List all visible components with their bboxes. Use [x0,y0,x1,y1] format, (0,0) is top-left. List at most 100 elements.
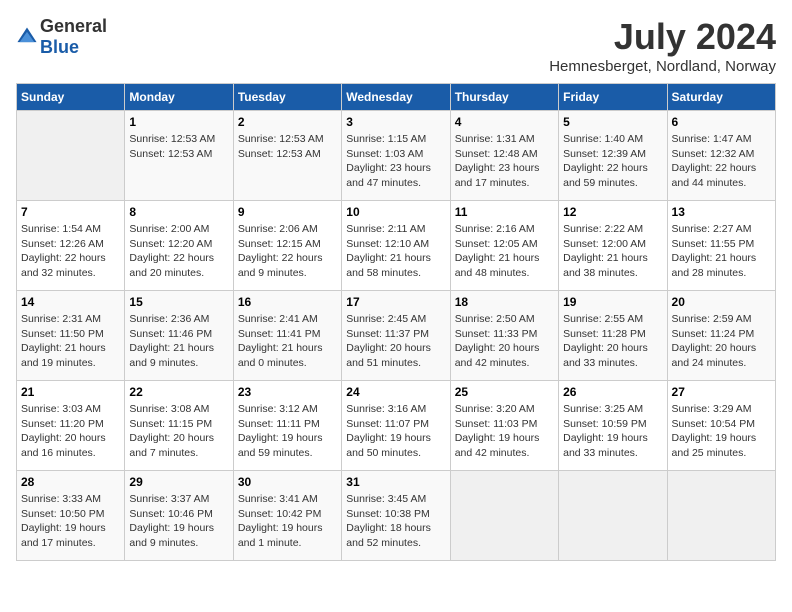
day-number: 2 [238,115,337,129]
calendar-cell: 11 Sunrise: 2:16 AM Sunset: 12:05 AM Dayl… [450,201,558,291]
day-number: 12 [563,205,662,219]
day-number: 3 [346,115,445,129]
day-number: 18 [455,295,554,309]
day-info: Sunrise: 2:22 AM Sunset: 12:00 AM Daylig… [563,222,662,281]
calendar-week-2: 7Sunrise: 1:54 AM Sunset: 12:26 AM Dayli… [17,201,776,291]
day-number: 8 [129,205,228,219]
day-number: 14 [21,295,120,309]
day-number: 28 [21,475,120,489]
calendar-cell: 9 Sunrise: 2:06 AM Sunset: 12:15 AM Dayli… [233,201,341,291]
calendar-cell [450,471,558,561]
calendar-week-1: 1Sunrise: 12:53 AM Sunset: 12:53 AM 2 Sunr… [17,111,776,201]
calendar-cell: 10 Sunrise: 2:11 AM Sunset: 12:10 AM Dayl… [342,201,450,291]
calendar-cell: 16 Sunrise: 2:41 AM Sunset: 11:41 PM Dayl… [233,291,341,381]
calendar-table: SundayMondayTuesdayWednesdayThursdayFrid… [16,83,776,561]
day-info: Sunrise: 2:11 AM Sunset: 12:10 AM Daylig… [346,222,445,281]
weekday-header-wednesday: Wednesday [342,84,450,111]
day-info: Sunrise: 2:59 AM Sunset: 11:24 PM Daylig… [672,312,771,371]
calendar-cell [17,111,125,201]
day-info: Sunrise: 2:45 AM Sunset: 11:37 PM Daylig… [346,312,445,371]
day-number: 22 [129,385,228,399]
day-number: 30 [238,475,337,489]
weekday-header-monday: Monday [125,84,233,111]
day-number: 17 [346,295,445,309]
day-info: Sunrise: 2:27 AM Sunset: 11:55 PM Daylig… [672,222,771,281]
day-info: Sunrise: 3:41 AM Sunset: 10:42 PM Daylig… [238,492,337,551]
day-info: Sunrise: 3:12 AM Sunset: 11:11 PM Daylig… [238,402,337,461]
day-number: 15 [129,295,228,309]
day-number: 5 [563,115,662,129]
day-number: 13 [672,205,771,219]
day-number: 29 [129,475,228,489]
calendar-cell: 24Sunrise: 3:16 AM Sunset: 11:07 PM Dayl… [342,381,450,471]
day-number: 7 [21,205,120,219]
day-info: Sunrise: 1:40 AM Sunset: 12:39 AM Daylig… [563,132,662,191]
calendar-week-4: 21 Sunrise: 3:03 AM Sunset: 11:20 PM Dayl… [17,381,776,471]
location-title: Hemnesberget, Nordland, Norway [549,58,776,75]
day-info: Sunrise: 3:45 AM Sunset: 10:38 PM Daylig… [346,492,445,551]
calendar-cell: 4Sunrise: 1:31 AM Sunset: 12:48 AM Dayli… [450,111,558,201]
day-number: 6 [672,115,771,129]
weekday-header-saturday: Saturday [667,84,775,111]
calendar-cell: 13 Sunrise: 2:27 AM Sunset: 11:55 PM Dayl… [667,201,775,291]
day-info: Sunrise: 12:53 AM Sunset: 12:53 AM [238,132,337,161]
title-block: July 2024 Hemnesberget, Nordland, Norway [549,16,776,75]
day-info: Sunrise: 2:36 AM Sunset: 11:46 PM Daylig… [129,312,228,371]
day-info: Sunrise: 3:25 AM Sunset: 10:59 PM Daylig… [563,402,662,461]
day-info: Sunrise: 3:03 AM Sunset: 11:20 PM Daylig… [21,402,120,461]
logo-general: General [40,16,107,36]
day-info: Sunrise: 12:53 AM Sunset: 12:53 AM [129,132,228,161]
day-info: Sunrise: 1:47 AM Sunset: 12:32 AM Daylig… [672,132,771,191]
day-number: 25 [455,385,554,399]
day-number: 4 [455,115,554,129]
calendar-week-5: 28 Sunrise: 3:33 AM Sunset: 10:50 PM Dayl… [17,471,776,561]
calendar-cell: 28 Sunrise: 3:33 AM Sunset: 10:50 PM Dayl… [17,471,125,561]
day-number: 21 [21,385,120,399]
calendar-cell: 15 Sunrise: 2:36 AM Sunset: 11:46 PM Dayl… [125,291,233,381]
calendar-cell: 23 Sunrise: 3:12 AM Sunset: 11:11 PM Dayl… [233,381,341,471]
weekday-header-row: SundayMondayTuesdayWednesdayThursdayFrid… [17,84,776,111]
logo-icon [16,26,38,48]
calendar-cell: 6 Sunrise: 1:47 AM Sunset: 12:32 AM Dayli… [667,111,775,201]
day-info: Sunrise: 2:00 AM Sunset: 12:20 AM Daylig… [129,222,228,281]
calendar-cell: 26 Sunrise: 3:25 AM Sunset: 10:59 PM Dayl… [559,381,667,471]
day-number: 23 [238,385,337,399]
day-number: 31 [346,475,445,489]
calendar-cell: 30 Sunrise: 3:41 AM Sunset: 10:42 PM Dayl… [233,471,341,561]
day-info: Sunrise: 2:06 AM Sunset: 12:15 AM Daylig… [238,222,337,281]
day-number: 26 [563,385,662,399]
day-number: 11 [455,205,554,219]
calendar-cell: 25 Sunrise: 3:20 AM Sunset: 11:03 PM Dayl… [450,381,558,471]
calendar-cell: 29 Sunrise: 3:37 AM Sunset: 10:46 PM Dayl… [125,471,233,561]
month-title: July 2024 [549,16,776,58]
calendar-cell: 5 Sunrise: 1:40 AM Sunset: 12:39 AM Dayli… [559,111,667,201]
day-info: Sunrise: 3:08 AM Sunset: 11:15 PM Daylig… [129,402,228,461]
day-number: 24 [346,385,445,399]
day-info: Sunrise: 3:33 AM Sunset: 10:50 PM Daylig… [21,492,120,551]
day-info: Sunrise: 2:31 AM Sunset: 11:50 PM Daylig… [21,312,120,371]
day-number: 9 [238,205,337,219]
calendar-week-3: 14 Sunrise: 2:31 AM Sunset: 11:50 PM Dayl… [17,291,776,381]
calendar-cell [667,471,775,561]
page-header: General Blue July 2024 Hemnesberget, Nor… [16,16,776,75]
calendar-cell: 8 Sunrise: 2:00 AM Sunset: 12:20 AM Dayli… [125,201,233,291]
weekday-header-thursday: Thursday [450,84,558,111]
calendar-cell: 21 Sunrise: 3:03 AM Sunset: 11:20 PM Dayl… [17,381,125,471]
day-number: 20 [672,295,771,309]
logo-blue: Blue [40,37,79,57]
weekday-header-tuesday: Tuesday [233,84,341,111]
day-info: Sunrise: 2:41 AM Sunset: 11:41 PM Daylig… [238,312,337,371]
calendar-cell: 20 Sunrise: 2:59 AM Sunset: 11:24 PM Dayl… [667,291,775,381]
calendar-cell: 1Sunrise: 12:53 AM Sunset: 12:53 AM [125,111,233,201]
calendar-cell: 31 Sunrise: 3:45 AM Sunset: 10:38 PM Dayl… [342,471,450,561]
day-number: 16 [238,295,337,309]
calendar-cell [559,471,667,561]
logo: General Blue [16,16,107,58]
day-info: Sunrise: 2:16 AM Sunset: 12:05 AM Daylig… [455,222,554,281]
calendar-cell: 12 Sunrise: 2:22 AM Sunset: 12:00 AM Dayl… [559,201,667,291]
calendar-cell: 17 Sunrise: 2:45 AM Sunset: 11:37 PM Dayl… [342,291,450,381]
day-number: 10 [346,205,445,219]
day-info: Sunrise: 3:37 AM Sunset: 10:46 PM Daylig… [129,492,228,551]
calendar-cell: 7Sunrise: 1:54 AM Sunset: 12:26 AM Dayli… [17,201,125,291]
day-info: Sunrise: 3:20 AM Sunset: 11:03 PM Daylig… [455,402,554,461]
